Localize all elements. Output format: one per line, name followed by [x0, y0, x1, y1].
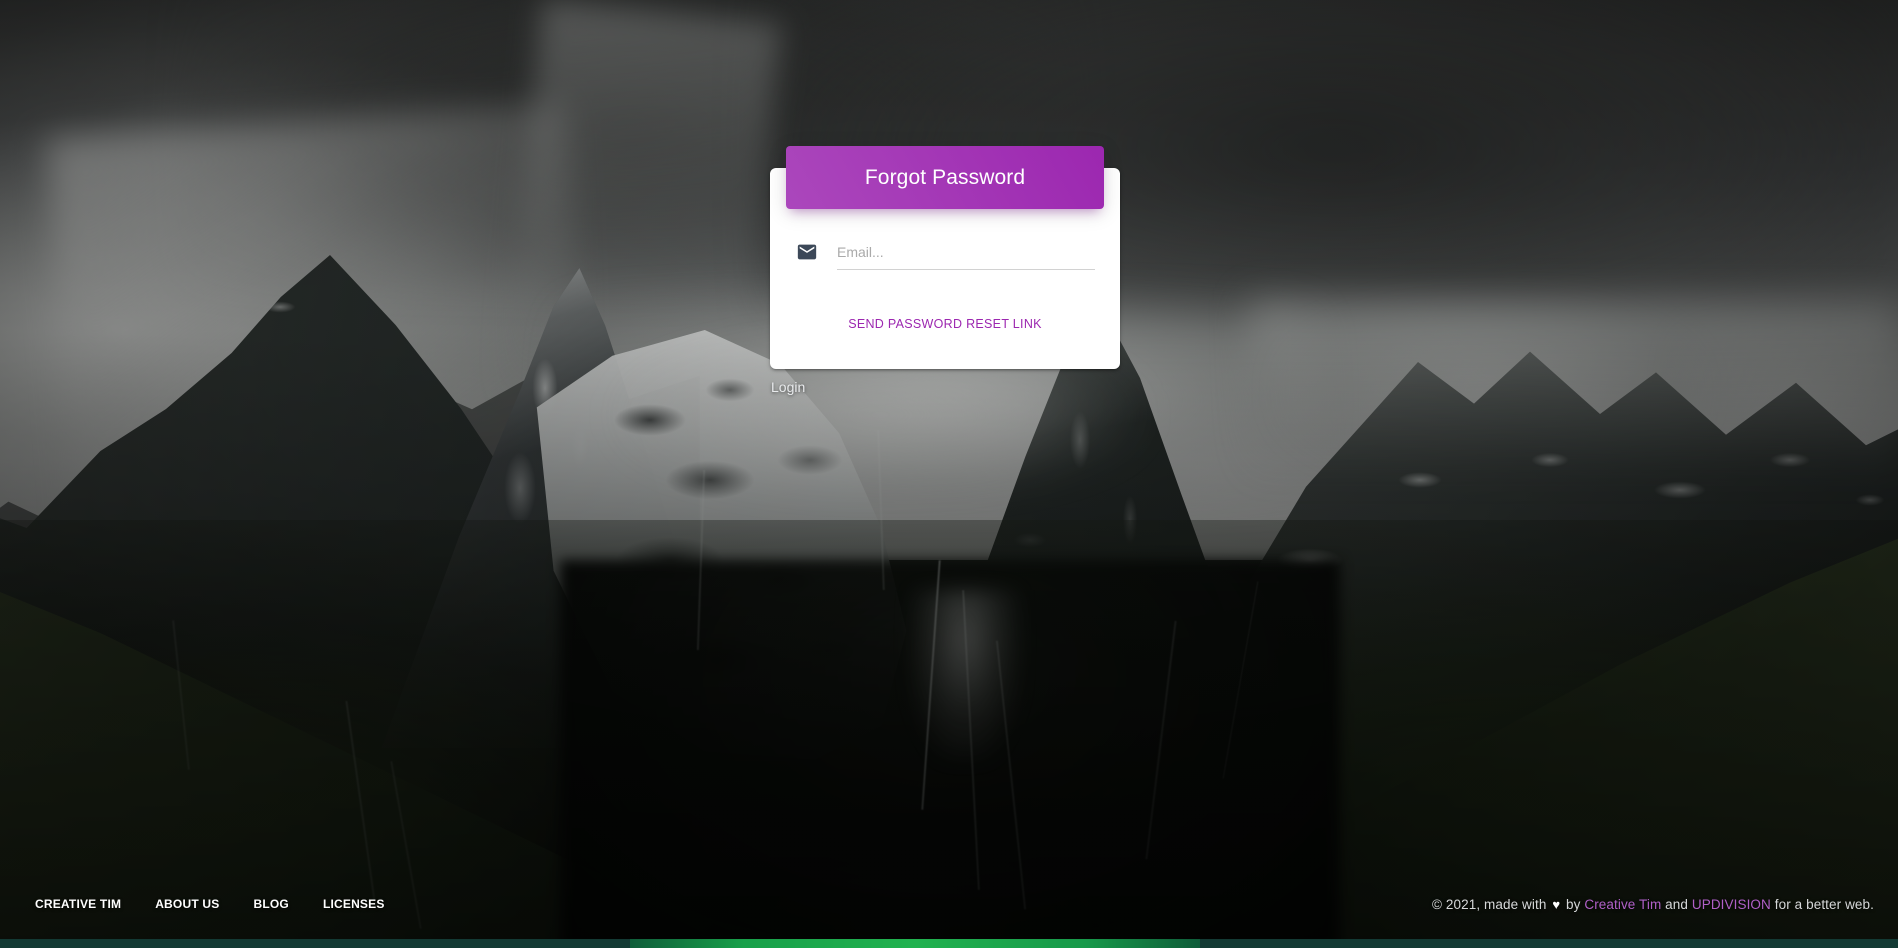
footer-nav-item: Creative Tim	[18, 890, 138, 918]
footer-nav-item: Licenses	[306, 890, 402, 918]
login-link[interactable]: Login	[771, 379, 805, 396]
footer-nav-item: About Us	[138, 890, 236, 918]
background-image	[0, 0, 1898, 948]
bottom-progress-bar[interactable]	[0, 939, 1898, 948]
copyright-suffix: for a better web.	[1774, 896, 1874, 912]
footer-link-licenses[interactable]: Licenses	[306, 890, 402, 918]
footer-copyright-link-updivision[interactable]: UPDIVISION	[1692, 897, 1771, 912]
footer-nav: Creative Tim About Us Blog Licenses	[18, 890, 402, 918]
email-input[interactable]	[837, 242, 1095, 262]
forgot-password-card: Forgot Password Send Password Reset Link	[770, 146, 1120, 369]
mail-icon	[795, 240, 819, 264]
forgot-password-card-wrapper: Forgot Password Send Password Reset Link	[770, 146, 1120, 369]
copyright-by: by	[1566, 896, 1581, 912]
footer-link-creative-tim[interactable]: Creative Tim	[18, 890, 138, 918]
footer-copyright-link-creative-tim[interactable]: Creative Tim	[1584, 897, 1661, 912]
email-field-row	[795, 240, 1095, 270]
card-header: Forgot Password	[786, 146, 1104, 209]
bottom-progress-bar-fill	[630, 939, 1200, 948]
copyright-prefix: © 2021, made with	[1432, 896, 1547, 912]
card-footer: Send Password Reset Link	[795, 308, 1095, 341]
page-root: Forgot Password Send Password Reset Link…	[0, 0, 1898, 948]
footer-nav-item: Blog	[236, 890, 305, 918]
email-input-wrapper	[837, 242, 1095, 270]
copyright-and: and	[1665, 896, 1688, 912]
send-password-reset-link-button[interactable]: Send Password Reset Link	[832, 308, 1058, 341]
footer-link-blog[interactable]: Blog	[236, 890, 305, 918]
footer-copyright: © 2021, made with ♥ by Creative Tim and …	[1432, 897, 1880, 912]
mist-right	[1250, 300, 1898, 480]
footer-link-about-us[interactable]: About Us	[138, 890, 236, 918]
page-footer: Creative Tim About Us Blog Licenses © 20…	[0, 884, 1898, 924]
page-title: Forgot Password	[864, 166, 1026, 189]
heart-icon: ♥	[1552, 896, 1561, 912]
